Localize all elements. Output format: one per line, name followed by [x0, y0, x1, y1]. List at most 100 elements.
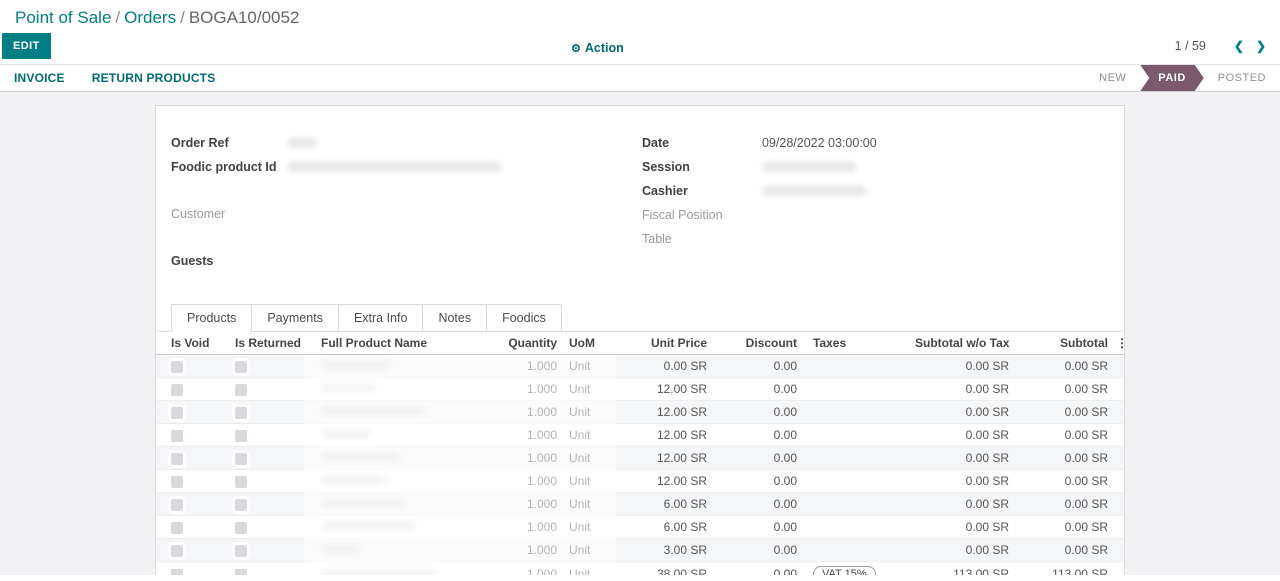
- cell-quantity: 1.000: [471, 470, 561, 493]
- cell-unit-price: 12.00 SR: [616, 470, 711, 493]
- table-row[interactable]: 1.000Unit12.00 SR0.000.00 SR0.00 SR: [156, 424, 1125, 447]
- is-returned-checkbox: [235, 453, 247, 465]
- cell-subtotal: 0.00 SR: [1013, 493, 1112, 516]
- is-void-checkbox: [171, 545, 183, 557]
- cell-full-product-name: [311, 424, 471, 447]
- form-row-order-ref: Order Ref: [171, 136, 642, 150]
- cell-quantity: 1.000: [471, 355, 561, 378]
- form-row-fiscal-position: Fiscal Position: [642, 208, 1109, 222]
- product-name-redacted: [321, 406, 426, 416]
- form-spacer: [171, 231, 642, 254]
- cell-quantity: 1.000: [471, 562, 561, 576]
- status-stage-new[interactable]: NEW: [1085, 65, 1140, 91]
- form-column-left: Order Ref Foodic product Id Customer Guests: [171, 136, 642, 278]
- cell-subtotal: 0.00 SR: [1013, 355, 1112, 378]
- tab-payments[interactable]: Payments: [251, 304, 339, 332]
- cell-uom: Unit: [561, 516, 616, 539]
- cell-quantity: 1.000: [471, 401, 561, 424]
- cell-full-product-name: [311, 516, 471, 539]
- pager-next-button[interactable]: ❯: [1250, 39, 1272, 53]
- product-name-redacted: [321, 498, 406, 508]
- products-table: Is VoidIs ReturnedFull Product NameQuant…: [156, 332, 1125, 575]
- breadcrumb-link-orders[interactable]: Orders: [124, 8, 176, 27]
- cell-full-product-name: [311, 355, 471, 378]
- product-name-redacted: [321, 475, 386, 485]
- form-column-right: Date09/28/2022 03:00:00SessionCashierFis…: [642, 136, 1109, 278]
- tab-products[interactable]: Products: [171, 304, 252, 332]
- cell-taxes: [801, 401, 911, 424]
- redacted-value: [762, 162, 857, 172]
- cell-uom: Unit: [561, 562, 616, 576]
- cell-taxes: [801, 355, 911, 378]
- cell--menu: [1112, 516, 1125, 539]
- form-row-cashier: Cashier: [642, 184, 1109, 198]
- form-row-session: Session: [642, 160, 1109, 174]
- is-void-checkbox: [171, 499, 183, 511]
- is-void-checkbox: [171, 407, 183, 419]
- cell-uom: Unit: [561, 470, 616, 493]
- table-row[interactable]: 1.000Unit12.00 SR0.000.00 SR0.00 SR: [156, 378, 1125, 401]
- table-row[interactable]: 1.000Unit6.00 SR0.000.00 SR0.00 SR: [156, 516, 1125, 539]
- field-label-customer: Customer: [171, 207, 287, 221]
- cell-discount: 0.00: [711, 378, 801, 401]
- chevron-right-icon: ❯: [1256, 39, 1266, 53]
- cell-is-void: [156, 562, 229, 576]
- cell-full-product-name: [311, 470, 471, 493]
- tab-notes[interactable]: Notes: [422, 304, 487, 332]
- cell-subtotal-wo-tax: 0.00 SR: [911, 539, 1013, 562]
- form-row-guests: Guests: [171, 254, 642, 268]
- pager-count: 1 / 59: [1175, 39, 1206, 53]
- table-row[interactable]: 1.000Unit12.00 SR0.000.00 SR0.00 SR: [156, 401, 1125, 424]
- form-row-table: Table: [642, 232, 1109, 246]
- return-products-button[interactable]: RETURN PRODUCTS: [92, 71, 216, 85]
- action-menu[interactable]: ⚙Action: [571, 41, 624, 55]
- column-options-icon[interactable]: ⋮: [1116, 336, 1125, 350]
- status-stage-posted[interactable]: POSTED: [1204, 65, 1280, 91]
- table-row[interactable]: 1.000Unit12.00 SR0.000.00 SR0.00 SR: [156, 447, 1125, 470]
- product-name-redacted: [321, 568, 436, 575]
- table-row[interactable]: 1.000Unit6.00 SR0.000.00 SR0.00 SR: [156, 493, 1125, 516]
- cell-uom: Unit: [561, 378, 616, 401]
- status-stage-paid[interactable]: PAID: [1140, 65, 1203, 91]
- field-label-cashier: Cashier: [642, 184, 762, 198]
- breadcrumb-separator: /: [111, 8, 124, 27]
- column-header-uom: UoM: [561, 332, 616, 355]
- product-name-redacted: [321, 383, 376, 393]
- cell-is-void: [156, 470, 229, 493]
- invoice-button[interactable]: INVOICE: [14, 71, 65, 85]
- tab-extra-info[interactable]: Extra Info: [338, 304, 424, 332]
- cell-full-product-name: [311, 539, 471, 562]
- cell-full-product-name: [311, 401, 471, 424]
- field-label-foodic-product-id: Foodic product Id: [171, 160, 287, 174]
- breadcrumb-link-point-of-sale[interactable]: Point of Sale: [15, 8, 111, 27]
- pager-previous-button[interactable]: ❮: [1228, 39, 1250, 53]
- cell-taxes: VAT 15%: [801, 562, 911, 576]
- is-returned-checkbox: [235, 499, 247, 511]
- cell-quantity: 1.000: [471, 493, 561, 516]
- edit-button[interactable]: EDIT: [2, 33, 51, 59]
- table-row[interactable]: 1.000Unit38.00 SR0.00VAT 15%113.00 SR113…: [156, 562, 1125, 576]
- table-row[interactable]: 1.000Unit12.00 SR0.000.00 SR0.00 SR: [156, 470, 1125, 493]
- cell-is-void: [156, 424, 229, 447]
- column-header-unit-price: Unit Price: [616, 332, 711, 355]
- form-row-foodic-product-id: Foodic product Id: [171, 160, 642, 174]
- column-header-is-void: Is Void: [156, 332, 229, 355]
- table-row[interactable]: 1.000Unit0.00 SR0.000.00 SR0.00 SR: [156, 355, 1125, 378]
- cell-is-returned: [229, 424, 311, 447]
- cell-is-returned: [229, 355, 311, 378]
- cell-uom: Unit: [561, 539, 616, 562]
- table-row[interactable]: 1.000Unit3.00 SR0.000.00 SR0.00 SR: [156, 539, 1125, 562]
- cell-subtotal-wo-tax: 0.00 SR: [911, 378, 1013, 401]
- cell-is-void: [156, 401, 229, 424]
- tab-foodics[interactable]: Foodics: [486, 304, 562, 332]
- cell-subtotal: 0.00 SR: [1013, 424, 1112, 447]
- field-label-fiscal-position: Fiscal Position: [642, 208, 762, 222]
- cell-discount: 0.00: [711, 470, 801, 493]
- cell-is-void: [156, 378, 229, 401]
- column-header-taxes: Taxes: [801, 332, 911, 355]
- column-options-header[interactable]: ⋮: [1112, 332, 1125, 355]
- cell-is-void: [156, 516, 229, 539]
- field-label-guests: Guests: [171, 254, 287, 268]
- cell-subtotal-wo-tax: 0.00 SR: [911, 493, 1013, 516]
- cell-is-returned: [229, 516, 311, 539]
